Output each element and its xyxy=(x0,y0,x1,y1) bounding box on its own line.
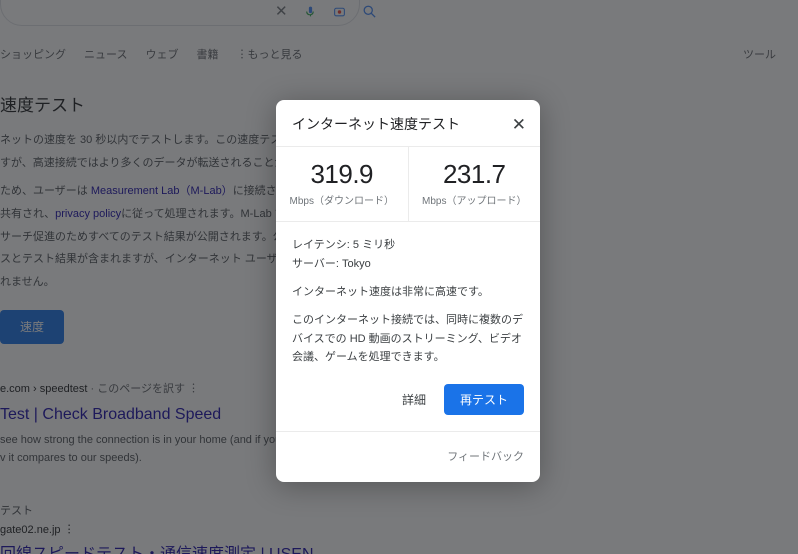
modal-title: インターネット速度テスト xyxy=(292,114,460,134)
latency-line: レイテンシ: 5 ミリ秒 xyxy=(292,236,524,254)
speedtest-modal: インターネット速度テスト ✕ 319.9 Mbps（ダウンロード） 231.7 … xyxy=(276,100,540,482)
upload-value: 231.7 xyxy=(413,159,537,190)
speed-summary: インターネット速度は非常に高速です。 xyxy=(292,283,524,301)
upload-label: Mbps（アップロード） xyxy=(413,192,537,207)
speed-description: このインターネット接続では、同時に複数のデバイスでの HD 動画のストリーミング… xyxy=(292,311,524,365)
download-result: 319.9 Mbps（ダウンロード） xyxy=(276,147,408,221)
feedback-link[interactable]: フィードバック xyxy=(276,431,540,482)
retest-button[interactable]: 再テスト xyxy=(444,384,524,415)
upload-result: 231.7 Mbps（アップロード） xyxy=(408,147,541,221)
server-line: サーバー: Tokyo xyxy=(292,255,524,273)
speed-results: 319.9 Mbps（ダウンロード） 231.7 Mbps（アップロード） xyxy=(276,146,540,222)
download-value: 319.9 xyxy=(280,159,404,190)
close-icon[interactable]: ✕ xyxy=(512,116,526,133)
download-label: Mbps（ダウンロード） xyxy=(280,192,404,207)
details-button[interactable]: 詳細 xyxy=(394,385,434,414)
